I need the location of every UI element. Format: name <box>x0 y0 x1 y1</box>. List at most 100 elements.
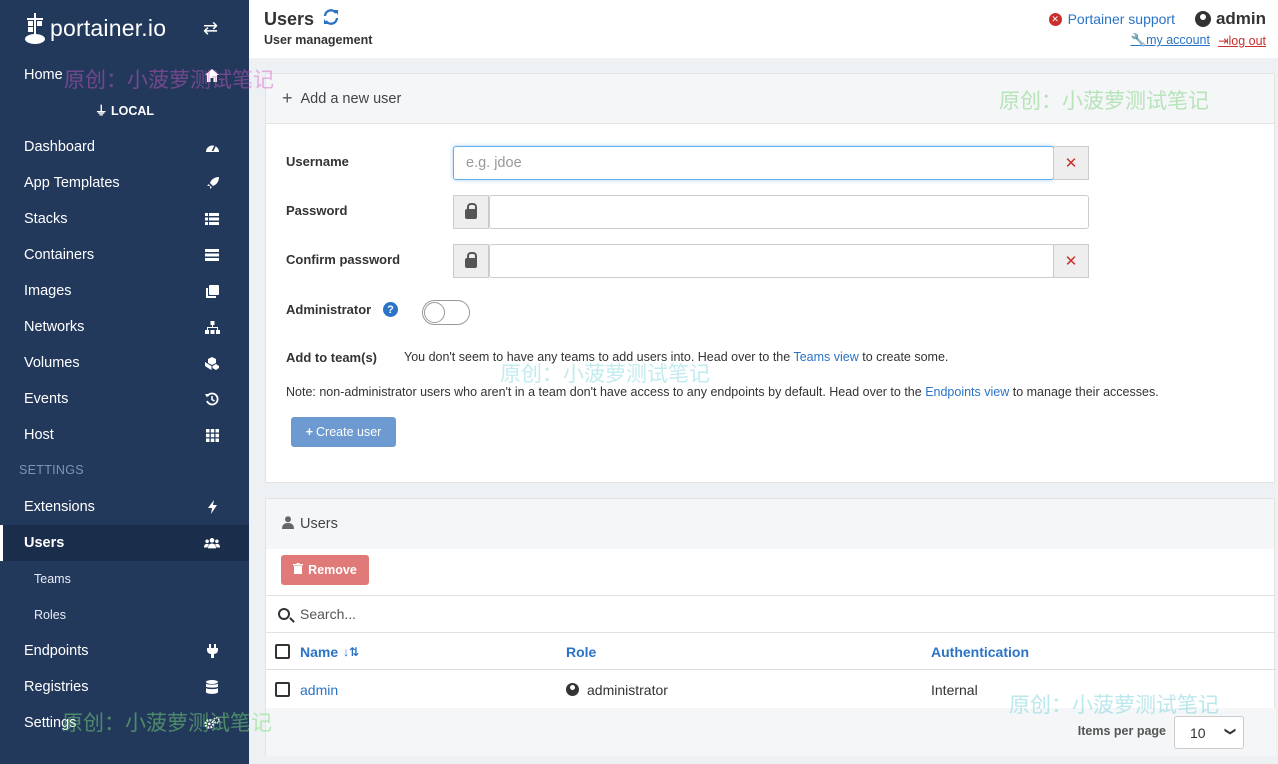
settings-heading: SETTINGS <box>19 463 84 477</box>
sidebar-item-teams[interactable]: Teams <box>0 561 249 597</box>
sidebar-item-label: Home <box>24 67 63 83</box>
sidebar-item-app-templates[interactable]: App Templates <box>0 165 249 201</box>
sidebar-item-label: Roles <box>34 608 66 622</box>
username-clear-button[interactable]: ✕ <box>1053 146 1089 180</box>
cubes-icon <box>204 355 220 371</box>
table-row: admin administrator Internal <box>266 671 1276 708</box>
cogs-icon <box>204 715 220 731</box>
close-icon: ✕ <box>1064 253 1078 270</box>
page-title: Users <box>264 8 340 31</box>
search-input[interactable]: Search... <box>300 606 356 622</box>
portainer-support-link[interactable]: ✕ Portainer support <box>1048 11 1175 27</box>
sidebar-item-events[interactable]: Events <box>0 381 249 417</box>
create-user-button[interactable]: + Create user <box>291 417 396 447</box>
sidebar-item-label: Stacks <box>24 211 68 227</box>
items-per-page-select[interactable]: 10 ❯ <box>1174 716 1244 749</box>
page-subtitle: User management <box>264 33 373 47</box>
sidebar-item-registries[interactable]: Registries <box>0 669 249 705</box>
sidebar-item-extensions[interactable]: Extensions <box>0 489 249 525</box>
plug-icon <box>204 643 220 659</box>
toggle-knob <box>424 302 445 323</box>
sidebar-item-label: Teams <box>34 572 71 586</box>
column-header-role[interactable]: Role <box>566 633 596 670</box>
close-circle-icon: ✕ <box>1048 12 1062 26</box>
endpoints-view-link[interactable]: Endpoints view <box>925 385 1009 399</box>
sidebar-item-label: Volumes <box>24 355 80 371</box>
users-panel-header: Users <box>266 499 1274 549</box>
sidebar-item-home[interactable]: Home <box>0 57 249 93</box>
password-lock-addon <box>453 195 489 229</box>
add-user-panel: + Add a new user Username e.g. jdoe ✕ Pa… <box>265 73 1275 483</box>
sidebar-item-host[interactable]: Host <box>0 417 249 453</box>
confirm-password-label: Confirm password <box>286 252 401 267</box>
clone-icon <box>204 283 220 299</box>
sidebar: portainer.io ⇄ Home ⏚ LOCAL Dashboard Ap… <box>0 0 249 764</box>
portainer-logo-icon <box>24 11 48 45</box>
user-circle-icon <box>566 683 579 696</box>
server-icon <box>204 247 220 263</box>
logout-link[interactable]: ⇥log out <box>1218 33 1266 48</box>
sidebar-item-containers[interactable]: Containers <box>0 237 249 273</box>
administrator-label: Administrator <box>286 302 372 317</box>
teams-info-text: You don't seem to have any teams to add … <box>404 350 948 364</box>
close-icon: ✕ <box>1064 155 1078 172</box>
password-label: Password <box>286 203 348 218</box>
history-icon <box>204 391 220 407</box>
search-icon <box>278 608 290 620</box>
users-table-panel: Users Remove Search... Name ↓⇅ Role Auth… <box>265 498 1276 756</box>
table-search[interactable]: Search... <box>266 595 1276 633</box>
sitemap-icon <box>204 319 220 335</box>
select-all-checkbox[interactable] <box>275 633 290 670</box>
column-label: Role <box>566 643 597 660</box>
brand-name: portainer.io <box>50 14 167 41</box>
table-header-row: Name ↓⇅ Role Authentication <box>266 633 1276 670</box>
user-auth: Internal <box>931 681 978 698</box>
confirm-password-mismatch-indicator: ✕ <box>1053 244 1089 278</box>
sidebar-item-stacks[interactable]: Stacks <box>0 201 249 237</box>
refresh-icon[interactable] <box>322 8 340 31</box>
my-account-link[interactable]: 🔧my account <box>1130 33 1210 48</box>
username-placeholder: e.g. jdoe <box>466 155 522 171</box>
database-icon <box>204 679 220 695</box>
teams-info-after: to create some. <box>862 350 949 364</box>
question-circle-icon[interactable]: ? <box>383 302 398 317</box>
add-user-heading: Add a new user <box>300 90 402 107</box>
sidebar-item-users[interactable]: Users <box>0 525 249 561</box>
plug-icon: ⏚ <box>94 104 108 118</box>
brand[interactable]: portainer.io ⇄ <box>0 0 249 56</box>
account-links: 🔧my account ⇥log out <box>1130 33 1266 48</box>
page-title-text: Users <box>264 9 315 29</box>
my-account-label: my account <box>1146 33 1210 47</box>
table-footer: Items per page 10 ❯ <box>266 708 1276 756</box>
lock-icon <box>465 252 477 268</box>
sidebar-item-settings[interactable]: Settings <box>0 705 249 741</box>
column-header-authentication[interactable]: Authentication <box>931 633 1029 670</box>
support-label: Portainer support <box>1067 11 1175 27</box>
confirm-password-input[interactable] <box>489 244 1054 278</box>
sidebar-item-volumes[interactable]: Volumes <box>0 345 249 381</box>
username-input[interactable]: e.g. jdoe <box>453 146 1054 180</box>
sidebar-item-roles[interactable]: Roles <box>0 597 249 633</box>
user-name-link[interactable]: admin <box>300 671 338 708</box>
password-input[interactable] <box>489 195 1089 229</box>
sidebar-item-networks[interactable]: Networks <box>0 309 249 345</box>
current-user: admin <box>1194 9 1266 29</box>
username-label: admin <box>1215 9 1266 28</box>
wrench-icon: 🔧 <box>1130 33 1147 47</box>
sidebar-item-dashboard[interactable]: Dashboard <box>0 129 249 165</box>
user-icon <box>282 515 294 533</box>
plus-icon: + <box>305 425 313 439</box>
teams-view-link[interactable]: Teams view <box>793 350 858 364</box>
users-icon <box>204 535 220 551</box>
remove-button[interactable]: Remove <box>281 555 369 585</box>
column-label: Name <box>300 643 339 660</box>
sidebar-item-images[interactable]: Images <box>0 273 249 309</box>
administrator-toggle[interactable] <box>422 300 470 325</box>
sidebar-item-endpoints[interactable]: Endpoints <box>0 633 249 669</box>
note-before: Note: non-administrator users who aren't… <box>286 385 922 399</box>
column-header-name[interactable]: Name ↓⇅ <box>300 633 359 670</box>
row-checkbox[interactable] <box>275 671 290 708</box>
sidebar-item-label: Registries <box>24 679 89 695</box>
trash-icon <box>293 563 304 577</box>
sidebar-toggle-icon[interactable]: ⇄ <box>203 18 218 39</box>
